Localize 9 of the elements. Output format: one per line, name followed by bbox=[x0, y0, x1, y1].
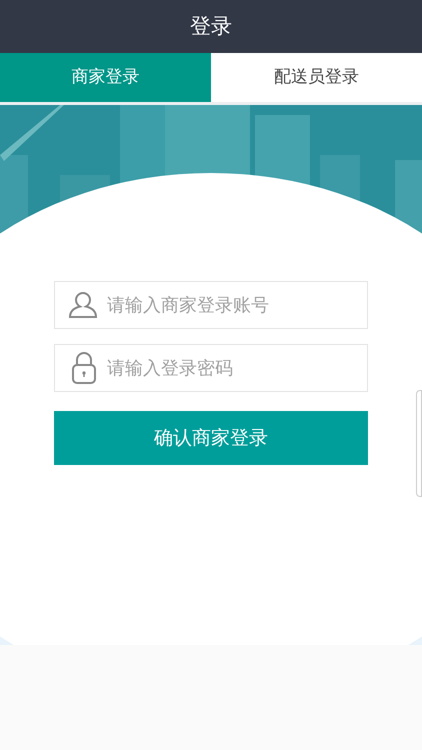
login-tab[interactable]: 配送员登录 bbox=[211, 53, 422, 102]
password-field[interactable]: 请输入登录密码 bbox=[54, 344, 368, 392]
login-tab[interactable]: 商家登录 bbox=[0, 53, 211, 102]
side-handle[interactable] bbox=[416, 390, 422, 497]
login-button[interactable]: 确认商家登录 bbox=[54, 411, 368, 465]
user-icon bbox=[68, 291, 98, 319]
page-title: 登录 bbox=[190, 12, 232, 40]
account-field[interactable]: 请输入商家登录账号 bbox=[54, 281, 368, 329]
lock-icon bbox=[71, 351, 97, 385]
